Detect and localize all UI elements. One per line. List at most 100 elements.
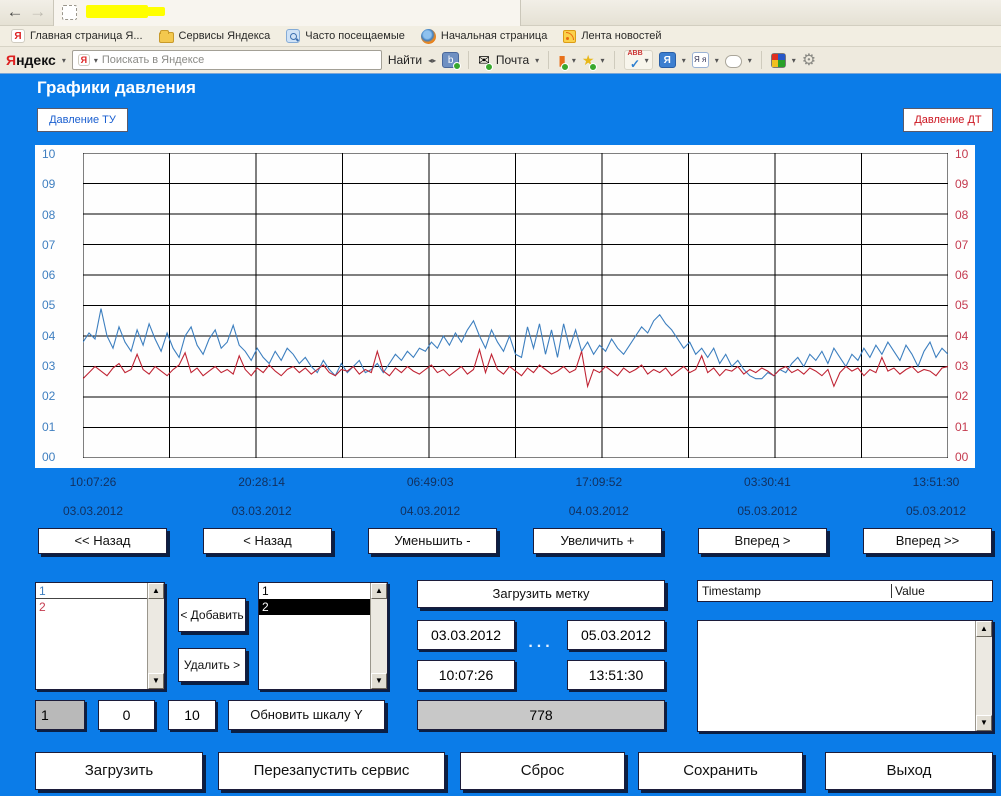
y-tick-label: 10: [42, 147, 76, 161]
save-button[interactable]: Сохранить: [638, 752, 803, 790]
browser-tab[interactable]: [53, 0, 521, 26]
x-tick-date: 03.03.2012: [207, 504, 317, 518]
scroll-up-icon[interactable]: ▲: [976, 621, 992, 637]
chevron-down-icon[interactable]: ▾: [600, 56, 604, 65]
bookmark-services[interactable]: Сервисы Яндекса: [153, 29, 277, 44]
chevron-down-icon[interactable]: ▾: [682, 56, 686, 65]
time-from-field[interactable]: 10:07:26: [417, 660, 515, 690]
date-to-field[interactable]: 05.03.2012: [567, 620, 665, 650]
pressure-line-chart[interactable]: [83, 153, 948, 458]
list-item[interactable]: 1: [36, 583, 147, 599]
y-tick-label: 01: [42, 420, 76, 434]
comments-bubble-icon[interactable]: [725, 55, 742, 68]
y-min-field[interactable]: 0: [98, 700, 155, 730]
money-icon[interactable]: ▮: [558, 52, 566, 68]
services-cube-icon[interactable]: [771, 53, 786, 68]
remove-button[interactable]: Удалить >: [178, 648, 246, 682]
chart-panel: 1009080706050403020100 10090807060504030…: [35, 145, 975, 468]
scrollbar[interactable]: ▲ ▼: [147, 583, 164, 689]
check-icon: ✓: [630, 57, 640, 71]
time-to-field[interactable]: 13:51:30: [567, 660, 665, 690]
y-max-field[interactable]: 10: [168, 700, 216, 730]
forward-button[interactable]: Вперед >: [698, 528, 827, 554]
bookmark-label: Сервисы Яндекса: [179, 30, 271, 42]
load-button[interactable]: Загрузить: [35, 752, 203, 790]
update-y-scale-button[interactable]: Обновить шкалу Y: [228, 700, 385, 730]
mail-button[interactable]: Почта: [496, 53, 529, 67]
yandex-logo[interactable]: Яндекс: [6, 52, 56, 68]
chevron-down-icon[interactable]: ▾: [572, 56, 576, 65]
available-channels-list[interactable]: 1 2 ▲ ▼: [35, 582, 165, 690]
pressure-tu-button[interactable]: Давление ТУ: [37, 108, 128, 132]
scroll-down-icon[interactable]: ▼: [148, 673, 164, 689]
back-fast-button[interactable]: << Назад: [38, 528, 167, 554]
date-from-field[interactable]: 03.03.2012: [417, 620, 515, 650]
forward-icon: →: [29, 2, 47, 22]
translate-icon[interactable]: Я: [659, 52, 676, 68]
reset-button[interactable]: Сброс: [460, 752, 625, 790]
y-tick-label: 00: [955, 450, 975, 464]
scroll-up-icon[interactable]: ▲: [148, 583, 164, 599]
zoom-out-button[interactable]: Уменьшить -: [368, 528, 497, 554]
scrollbar[interactable]: ▲ ▼: [370, 583, 387, 689]
x-tick-time: 03:30:41: [712, 475, 822, 489]
zoom-in-button[interactable]: Увеличить +: [533, 528, 662, 554]
divider: [468, 51, 469, 69]
restart-service-button[interactable]: Перезапустить сервис: [218, 752, 445, 790]
add-button[interactable]: < Добавить: [178, 598, 246, 632]
chevron-down-icon[interactable]: ▾: [748, 56, 752, 65]
divider: [548, 51, 549, 69]
bookmark-newsfeed[interactable]: Лента новостей: [557, 29, 667, 44]
scroll-up-icon[interactable]: ▲: [371, 583, 387, 599]
collapse-arrows-icon[interactable]: ◂▸: [428, 56, 436, 65]
find-button[interactable]: Найти: [388, 53, 422, 67]
forward-fast-button[interactable]: Вперед >>: [863, 528, 992, 554]
load-mark-button[interactable]: Загрузить метку: [417, 580, 665, 608]
spellcheck-button[interactable]: ABB ✓ ▾: [624, 50, 653, 70]
back-icon[interactable]: ←: [6, 2, 24, 22]
bookmark-frequent[interactable]: Часто посещаемые: [280, 28, 411, 44]
chevron-down-icon[interactable]: ▾: [535, 56, 539, 65]
y-tick-label: 02: [42, 389, 76, 403]
bookmark-home[interactable]: Я Главная страница Я...: [5, 28, 149, 44]
scroll-down-icon[interactable]: ▼: [371, 673, 387, 689]
selected-channels-list[interactable]: 1 2 ▲ ▼: [258, 582, 388, 690]
chevron-down-icon[interactable]: ▾: [62, 56, 66, 65]
x-tick-date: 04.03.2012: [544, 504, 654, 518]
bookmark-startpage[interactable]: Начальная страница: [415, 28, 553, 45]
list-item-selected[interactable]: 2: [259, 599, 370, 615]
gear-icon[interactable]: ⚙: [802, 50, 816, 70]
scrollbar[interactable]: ▲ ▼: [975, 621, 992, 731]
values-table-header: Timestamp Value: [697, 580, 993, 602]
browser-chrome: ← → Я Главная страница Я... Сервисы Янде…: [0, 0, 1001, 74]
visits-icon[interactable]: b: [442, 52, 459, 68]
list-item[interactable]: 2: [36, 599, 147, 615]
y-tick-label: 08: [955, 208, 975, 222]
y-tick-label: 07: [42, 238, 76, 252]
scroll-down-icon[interactable]: ▼: [976, 715, 992, 731]
back-button[interactable]: < Назад: [203, 528, 332, 554]
yandex-toolbar: Яндекс ▾ Я ▾ Поискать в Яндексе Найти ◂▸…: [0, 47, 1001, 74]
pressure-dt-button[interactable]: Давление ДТ: [903, 108, 993, 132]
divider: [614, 51, 615, 69]
x-tick-date: 04.03.2012: [375, 504, 485, 518]
chevron-down-icon[interactable]: ▾: [792, 56, 796, 65]
list-item[interactable]: 1: [259, 583, 370, 599]
bookmark-label: Главная страница Я...: [30, 30, 143, 42]
channel-number-field: 1: [35, 700, 85, 730]
values-list[interactable]: ▲ ▼: [697, 620, 993, 732]
chevron-down-icon[interactable]: ▾: [94, 56, 98, 65]
chevron-down-icon[interactable]: ▾: [645, 56, 649, 65]
y-tick-label: 08: [42, 208, 76, 222]
search-input[interactable]: Я ▾ Поискать в Яндексе: [72, 50, 382, 70]
exit-button[interactable]: Выход: [825, 752, 993, 790]
divider: [761, 51, 762, 69]
y-tick-label: 05: [42, 298, 76, 312]
y-tick-label: 06: [42, 268, 76, 282]
translate-pair-icon[interactable]: Я я: [692, 52, 709, 68]
mail-icon[interactable]: ✉: [478, 52, 490, 68]
points-count-field: 778: [417, 700, 665, 730]
folder-icon: [159, 32, 174, 43]
favorites-star-icon[interactable]: ★: [582, 52, 595, 68]
chevron-down-icon[interactable]: ▾: [715, 56, 719, 65]
